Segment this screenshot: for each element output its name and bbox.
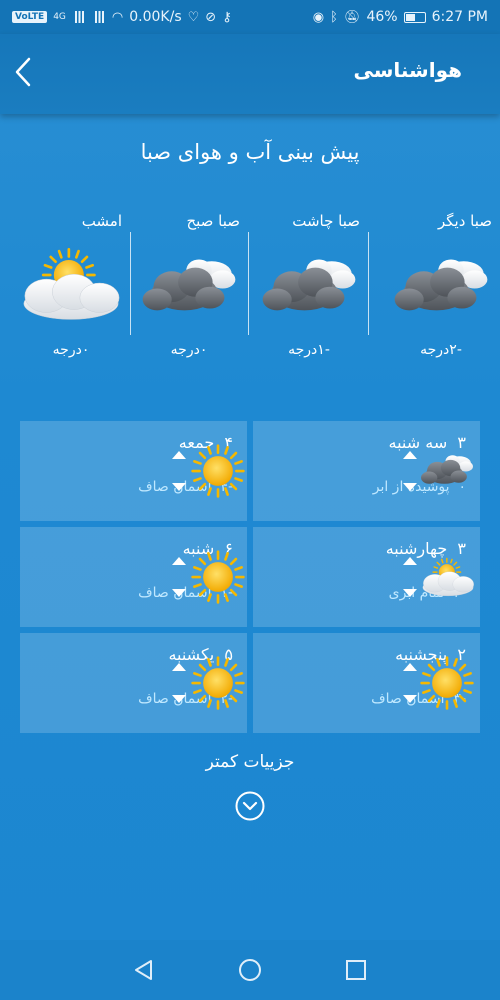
temp-arrows (403, 557, 417, 601)
temp-arrows (172, 451, 186, 495)
nav-recents-icon[interactable] (342, 956, 370, 984)
day-card-thursday[interactable]: ۲ پنجشنبه -۳ آسمان صاف (253, 633, 480, 733)
arrow-up-icon (403, 557, 417, 565)
chevron-left-icon (15, 57, 31, 87)
forecast-subtitle: پیش بینی آب و هوای صبا (140, 140, 360, 164)
day-title: ۳ چهارشنبه (385, 539, 466, 558)
eye-icon: ◉ (312, 9, 325, 25)
forecast-period: امشب ۰درجه (12, 200, 130, 370)
forecast-period: صبا چاشت -۱درجه (250, 200, 368, 370)
period-label: صبا چاشت (292, 212, 360, 230)
arrow-up-icon (172, 451, 186, 459)
sun-icon (419, 655, 475, 711)
mute-icon: 🔕︎ (343, 9, 361, 25)
sun-icon (190, 549, 246, 605)
cloudy-icon (382, 252, 500, 332)
day-card-tuesday[interactable]: ۳ سه شنبه ۰ پوشیده از ابر (253, 421, 480, 521)
nav-back-icon[interactable] (130, 956, 158, 984)
status-bar: VoLTE 4G ◠ 0.00K/s ♡ ⊘ ⚷ ◉ ᛒ 🔕︎ 46% 6:27… (0, 0, 500, 34)
strip-divider (130, 232, 131, 335)
status-left: VoLTE 4G ◠ 0.00K/s ♡ ⊘ ⚷ (12, 9, 232, 25)
arrow-down-icon (172, 695, 186, 703)
temp-arrows (172, 663, 186, 707)
day-card-saturday[interactable]: ۶ شنبه -۱ آسمان صاف (20, 527, 247, 627)
bluetooth-icon: ᛒ (330, 9, 338, 25)
network-speed: 0.00K/s (129, 9, 182, 25)
period-label: صبا دیگر (437, 212, 492, 230)
period-temp: ۰درجه (170, 342, 208, 358)
clock: 6:27 PM (431, 9, 488, 25)
cloudy-icon (419, 449, 475, 489)
temp-arrows (172, 557, 186, 601)
sun-icon (190, 443, 246, 499)
signal-icon (71, 11, 86, 23)
period-label: امشب (81, 212, 122, 230)
chevron-down-icon (235, 791, 265, 821)
arrow-down-icon (172, 483, 186, 491)
arrow-down-icon (403, 695, 417, 703)
app-bar: هواشناسی (0, 34, 500, 114)
system-nav-bar (0, 940, 500, 1000)
period-temp: -۲درجه (420, 342, 462, 358)
less-details-label[interactable]: جزییات کمتر (0, 752, 500, 772)
temp-arrows (403, 663, 417, 707)
network-type: 4G (53, 12, 66, 22)
nav-home-icon[interactable] (236, 956, 264, 984)
arrow-up-icon (403, 451, 417, 459)
wifi-icon: ◠ (111, 9, 124, 25)
sun-icon (190, 655, 246, 711)
day-card-wednesday[interactable]: ۳ چهارشنبه -۲ تمام ابری (253, 527, 480, 627)
arrow-up-icon (172, 557, 186, 565)
eye-off-icon: ⊘ (205, 9, 217, 25)
period-label: صبا صبح (186, 212, 240, 230)
forecast-period: صبا دیگر -۲درجه (382, 200, 500, 370)
arrow-down-icon (403, 483, 417, 491)
arrow-up-icon (172, 663, 186, 671)
period-temp: ۰درجه (52, 342, 90, 358)
health-icon: ♡ (187, 9, 200, 25)
partly-cloudy-icon (419, 557, 477, 599)
strip-divider (368, 232, 369, 335)
status-right: ◉ ᛒ 🔕︎ 46% 6:27 PM (313, 9, 488, 25)
signal-icon-2 (91, 11, 106, 23)
key-icon: ⚷ (222, 9, 232, 25)
cloudy-icon (250, 252, 368, 332)
hourly-forecast-strip: صبا دیگر -۲درجه صبا چاشت -۱درجه صبا صبح … (0, 200, 500, 370)
day-card-sunday[interactable]: ۵ یکشنبه -۲ آسمان صاف (20, 633, 247, 733)
arrow-up-icon (403, 663, 417, 671)
arrow-down-icon (172, 589, 186, 597)
partly-cloudy-icon (12, 246, 130, 326)
collapse-button[interactable] (234, 790, 266, 822)
volte-badge: VoLTE (12, 11, 48, 23)
temp-arrows (403, 451, 417, 495)
period-temp: -۱درجه (288, 342, 330, 358)
back-button[interactable] (8, 54, 38, 90)
arrow-down-icon (403, 589, 417, 597)
forecast-period: صبا صبح ۰درجه (130, 200, 248, 370)
battery-percent: 46% (366, 9, 398, 25)
battery-icon (403, 11, 426, 23)
page-title: هواشناسی (353, 58, 462, 82)
cloudy-icon (130, 252, 248, 332)
strip-divider (248, 232, 249, 335)
day-card-friday[interactable]: ۴ جمعه -۴ آسمان صاف (20, 421, 247, 521)
